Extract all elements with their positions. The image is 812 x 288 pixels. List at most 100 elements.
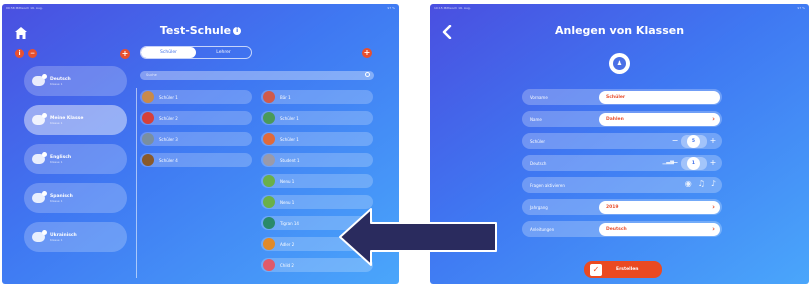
student-row[interactable]: Schüler 1	[140, 90, 252, 104]
arrow-left-icon	[339, 208, 497, 266]
student-row[interactable]: Schüler 3	[140, 132, 252, 146]
info-button[interactable]: i	[15, 49, 24, 58]
jahr-value: 2019	[606, 204, 619, 210]
class-icon	[32, 152, 47, 164]
tab-teachers[interactable]: Lehrer	[196, 47, 251, 58]
student-name: Nenu 1	[280, 199, 295, 205]
class-icon	[32, 230, 47, 242]
role-segmented-control: Schüler Lehrer	[140, 46, 252, 59]
status-time: 10:15 Mittwoch 16. Aug.	[434, 6, 471, 10]
field-label: Vorname	[530, 94, 548, 100]
field-label: Fragen aktivieren	[530, 182, 565, 188]
chevron-right-icon: ›	[712, 114, 715, 123]
class-sub: Klasse 1	[50, 198, 63, 203]
student-row[interactable]: Schüler 1	[261, 111, 373, 125]
student-avatar	[263, 259, 275, 271]
student-name: Schüler 1	[159, 94, 178, 100]
student-avatar	[142, 91, 154, 103]
student-name: Tigran 14	[280, 220, 299, 226]
create-label: Erstellen	[616, 267, 639, 272]
decrement-button[interactable]: −	[669, 157, 681, 170]
field-name: Name Dahlen ›	[522, 111, 722, 127]
divider	[136, 88, 137, 278]
stepper-value[interactable]: 5	[687, 134, 700, 148]
tab-students[interactable]: Schüler	[141, 47, 196, 58]
student-avatar	[263, 217, 275, 229]
stepper-value[interactable]: 1	[687, 156, 700, 170]
vorname-value: Schüler	[606, 94, 626, 100]
field-schueler: Schüler −5 +	[522, 133, 722, 149]
status-bar: 10:15 Mittwoch 16. Aug. 97 %	[434, 6, 805, 11]
name-select[interactable]: Dahlen ›	[599, 112, 720, 126]
increment-button[interactable]: +	[707, 157, 719, 170]
class-sub: Klasse 1	[50, 120, 63, 125]
create-button[interactable]: ✓ Erstellen	[584, 261, 662, 278]
student-name: Bär 1	[280, 94, 291, 100]
class-item[interactable]: Ukrainisch Klasse 1	[24, 222, 127, 252]
people-icon: ♟	[613, 57, 626, 70]
page-title: Anlegen von Klassen	[554, 24, 685, 37]
student-avatar	[263, 112, 275, 124]
class-sub: Klasse 1	[50, 237, 63, 242]
schueler-stepper: −5 +	[669, 134, 719, 148]
status-battery: 97 %	[797, 6, 805, 10]
anleitung-value: Deutsch	[606, 226, 627, 232]
student-row[interactable]: Bär 1	[261, 90, 373, 104]
class-sub: Klasse 1	[50, 81, 63, 86]
stepper-track: 5	[681, 134, 707, 148]
status-time: 09:58 Mittwoch 16. Aug.	[6, 6, 43, 10]
student-avatar	[263, 133, 275, 145]
class-item[interactable]: Englisch Klasse 1	[24, 144, 127, 174]
class-toolbar: i −	[15, 49, 37, 58]
page-title: Test-Schule i	[2, 24, 399, 37]
chevron-right-icon: ›	[712, 202, 715, 211]
add-class-button[interactable]: +	[120, 49, 130, 59]
delete-button[interactable]: −	[28, 49, 37, 58]
search-placeholder: Suche	[146, 73, 157, 77]
name-value: Dahlen	[606, 116, 624, 122]
create-class-form: Vorname Schüler Name Dahlen › Schüler −5 + De…	[522, 89, 722, 237]
search-input[interactable]: Suche	[140, 71, 374, 80]
student-avatar	[142, 112, 154, 124]
student-name: Schüler 2	[159, 115, 178, 121]
vorname-input[interactable]: Schüler	[599, 90, 720, 104]
student-name: Nenu 1	[280, 178, 295, 184]
student-row[interactable]: Schüler 4	[140, 153, 252, 167]
eye-icon[interactable]: ◉	[685, 179, 692, 188]
student-name: Child 2	[280, 262, 294, 268]
class-item[interactable]: Deutsch Klasse 1	[24, 66, 127, 96]
class-icon: ♟	[609, 53, 630, 74]
student-row[interactable]: Nenu 1	[261, 174, 373, 188]
student-name: Schüler 1	[280, 115, 299, 121]
field-label: Schüler	[530, 138, 546, 144]
student-avatar	[142, 154, 154, 166]
class-item-selected[interactable]: Meine Klasse Klasse 1	[24, 105, 127, 135]
field-label: Deutsch	[530, 160, 547, 166]
student-avatar	[263, 238, 275, 250]
student-avatar	[263, 196, 275, 208]
student-name: Student 1	[280, 157, 300, 163]
student-name: Schüler 4	[159, 157, 178, 163]
class-item[interactable]: Spanisch Klasse 1	[24, 183, 127, 213]
student-row[interactable]: Student 1	[261, 153, 373, 167]
student-row[interactable]: Schüler 1	[261, 132, 373, 146]
student-avatar	[142, 133, 154, 145]
field-anleitung: Anleitungen Deutsch ›	[522, 221, 722, 237]
decrement-button[interactable]: −	[669, 135, 681, 148]
info-icon[interactable]: i	[233, 27, 242, 35]
student-avatar	[263, 154, 275, 166]
increment-button[interactable]: +	[707, 135, 719, 148]
headphones-icon[interactable]: ♫	[698, 179, 705, 188]
search-icon	[365, 72, 370, 77]
add-student-button[interactable]: +	[362, 48, 372, 58]
microphone-icon[interactable]: ♪	[711, 179, 716, 188]
student-avatar	[263, 175, 275, 187]
status-bar: 09:58 Mittwoch 16. Aug. 97 %	[6, 6, 395, 11]
student-row[interactable]: Schüler 2	[140, 111, 252, 125]
field-deutsch: Deutsch ▁▃▅ −1 +	[522, 155, 722, 171]
jahr-select[interactable]: 2019 ›	[599, 200, 720, 214]
student-name: Schüler 3	[159, 136, 178, 142]
anleitung-select[interactable]: Deutsch ›	[599, 222, 720, 236]
field-vorname: Vorname Schüler	[522, 89, 722, 105]
class-icon	[32, 191, 47, 203]
